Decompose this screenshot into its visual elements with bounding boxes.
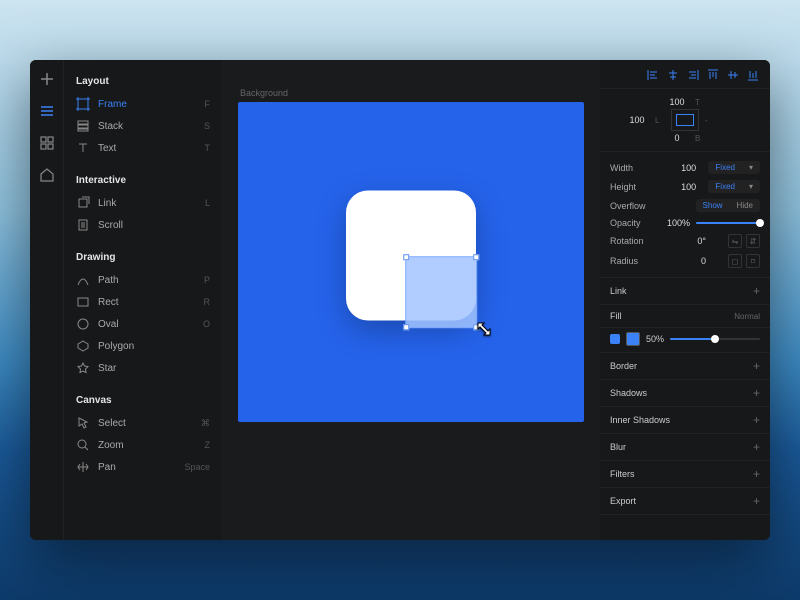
fill-opacity-slider[interactable] xyxy=(670,338,760,340)
zoom-icon xyxy=(76,438,90,452)
fill-checkbox[interactable] xyxy=(610,334,620,344)
tool-oval[interactable]: Oval O xyxy=(72,313,214,335)
polygon-icon xyxy=(76,339,90,353)
tool-scroll[interactable]: Scroll xyxy=(72,214,214,236)
tool-rail xyxy=(30,60,64,540)
canvas-label: Background xyxy=(240,88,584,98)
link-icon xyxy=(76,196,90,210)
align-top-icon[interactable] xyxy=(706,68,720,82)
text-icon xyxy=(76,141,90,155)
position-grid: 100T 100L - 0B xyxy=(600,89,770,152)
align-bottom-icon[interactable] xyxy=(746,68,760,82)
overflow-toggle[interactable]: ShowHide xyxy=(696,199,760,212)
plus-icon[interactable]: + xyxy=(753,386,760,400)
height-value[interactable]: 100 xyxy=(666,182,696,192)
position-box-icon[interactable] xyxy=(671,109,699,131)
properties-group: Width 100 Fixed▾ Height 100 Fixed▾ Overf… xyxy=(600,152,770,278)
height-mode-select[interactable]: Fixed▾ xyxy=(708,180,760,193)
plus-icon[interactable]: + xyxy=(753,359,760,373)
tool-rect[interactable]: Rect R xyxy=(72,291,214,313)
align-bar xyxy=(600,60,770,89)
shape-selected-rect[interactable] xyxy=(405,256,477,328)
tool-polygon[interactable]: Polygon xyxy=(72,335,214,357)
plus-icon[interactable]: + xyxy=(753,467,760,481)
prop-width: Width 100 Fixed▾ xyxy=(610,158,760,177)
align-left-icon[interactable] xyxy=(646,68,660,82)
prop-overflow: Overflow ShowHide xyxy=(610,196,760,215)
section-export[interactable]: Export+ xyxy=(600,488,770,515)
tool-select[interactable]: Select ⌘ xyxy=(72,412,214,434)
section-title-interactive: Interactive xyxy=(76,175,210,186)
path-icon xyxy=(76,273,90,287)
align-center-h-icon[interactable] xyxy=(666,68,680,82)
resize-handle-nw[interactable] xyxy=(403,254,409,260)
prop-rotation: Rotation 0° ⇋⇵ xyxy=(610,231,760,251)
tool-path[interactable]: Path P xyxy=(72,269,214,291)
left-panel: Layout Frame F Stack S Text T Interactiv… xyxy=(64,60,222,540)
rail-menu-icon[interactable] xyxy=(38,102,56,120)
plus-icon[interactable]: + xyxy=(753,413,760,427)
section-blur[interactable]: Blur+ xyxy=(600,434,770,461)
resize-handle-ne[interactable] xyxy=(473,254,479,260)
tool-stack[interactable]: Stack S xyxy=(72,115,214,137)
fill-opacity-value[interactable]: 50% xyxy=(646,334,664,344)
rail-grid-icon[interactable] xyxy=(38,134,56,152)
pos-left-value[interactable]: 100 xyxy=(625,115,649,125)
plus-icon[interactable]: + xyxy=(753,494,760,508)
align-center-v-icon[interactable] xyxy=(726,68,740,82)
inspector-panel: 100T 100L - 0B Width 100 Fixed▾ Height 1… xyxy=(600,60,770,540)
scroll-icon xyxy=(76,218,90,232)
opacity-slider[interactable] xyxy=(696,222,760,224)
plus-icon[interactable]: + xyxy=(753,440,760,454)
section-title-layout: Layout xyxy=(76,76,210,87)
tool-frame[interactable]: Frame F xyxy=(72,93,214,115)
section-link[interactable]: Link+ xyxy=(600,278,770,305)
rotation-value[interactable]: 0° xyxy=(676,236,706,246)
resize-cursor-icon xyxy=(475,320,495,345)
canvas-area: Background xyxy=(222,60,600,540)
radius-value[interactable]: 0 xyxy=(676,256,706,266)
width-value[interactable]: 100 xyxy=(666,163,696,173)
section-inner-shadows[interactable]: Inner Shadows+ xyxy=(600,407,770,434)
section-fill[interactable]: FillNormal xyxy=(600,305,770,328)
star-icon xyxy=(76,361,90,375)
section-filters[interactable]: Filters+ xyxy=(600,461,770,488)
flip-v-icon[interactable]: ⇵ xyxy=(746,234,760,248)
flip-h-icon[interactable]: ⇋ xyxy=(728,234,742,248)
prop-radius: Radius 0 ◻⌑ xyxy=(610,251,760,271)
width-mode-select[interactable]: Fixed▾ xyxy=(708,161,760,174)
tool-text[interactable]: Text T xyxy=(72,137,214,159)
rail-add-icon[interactable] xyxy=(38,70,56,88)
pos-bottom-value[interactable]: 0 xyxy=(665,133,689,143)
prop-height: Height 100 Fixed▾ xyxy=(610,177,760,196)
prop-opacity: Opacity 100% xyxy=(610,215,760,231)
stack-icon xyxy=(76,119,90,133)
resize-handle-sw[interactable] xyxy=(403,324,409,330)
fill-swatch[interactable] xyxy=(626,332,640,346)
opacity-value[interactable]: 100% xyxy=(660,218,690,228)
section-border[interactable]: Border+ xyxy=(600,353,770,380)
tool-pan[interactable]: Pan Space xyxy=(72,456,214,478)
plus-icon[interactable]: + xyxy=(753,284,760,298)
frame-icon xyxy=(76,97,90,111)
tool-zoom[interactable]: Zoom Z xyxy=(72,434,214,456)
oval-icon xyxy=(76,317,90,331)
section-title-drawing: Drawing xyxy=(76,252,210,263)
section-title-canvas: Canvas xyxy=(76,395,210,406)
select-icon xyxy=(76,416,90,430)
section-shadows[interactable]: Shadows+ xyxy=(600,380,770,407)
rect-icon xyxy=(76,295,90,309)
fill-entry: 50% xyxy=(600,328,770,353)
align-right-icon[interactable] xyxy=(686,68,700,82)
app-window: Layout Frame F Stack S Text T Interactiv… xyxy=(30,60,770,540)
tool-star[interactable]: Star xyxy=(72,357,214,379)
tool-link[interactable]: Link L xyxy=(72,192,214,214)
radius-all-icon[interactable]: ◻ xyxy=(728,254,742,268)
pan-icon xyxy=(76,460,90,474)
canvas-background[interactable] xyxy=(238,102,584,422)
rail-home-icon[interactable] xyxy=(38,166,56,184)
pos-top-value[interactable]: 100 xyxy=(665,97,689,107)
radius-individual-icon[interactable]: ⌑ xyxy=(746,254,760,268)
